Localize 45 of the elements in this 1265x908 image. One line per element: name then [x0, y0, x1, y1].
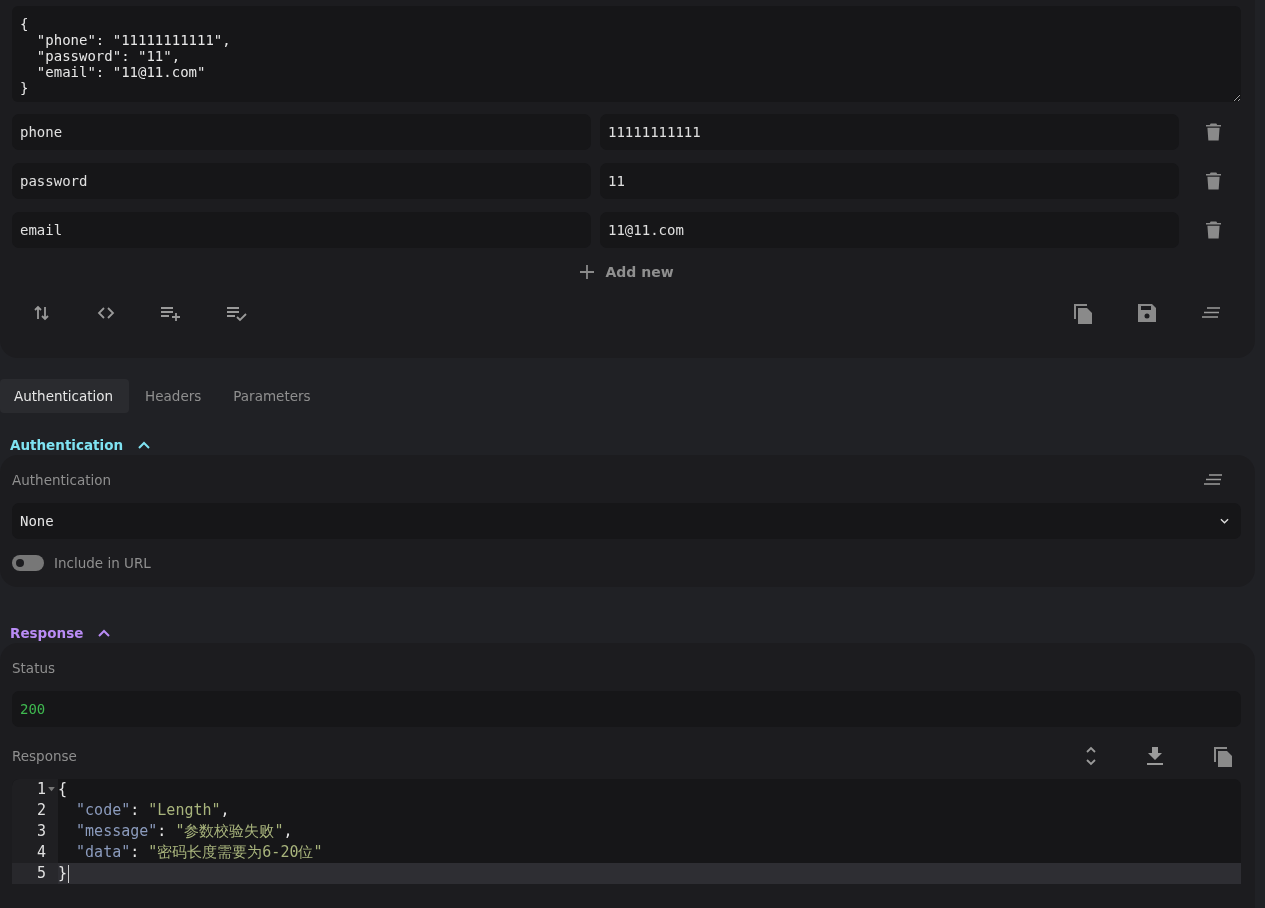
tab[interactable]: Parameters — [217, 379, 327, 413]
value-field[interactable]: 11111111111 — [600, 114, 1179, 150]
section-title[interactable]: Authentication — [10, 437, 124, 453]
toggle-switch[interactable] — [12, 555, 44, 571]
status-field: 200 — [12, 691, 1241, 727]
value-field[interactable]: 11@11.com — [600, 212, 1179, 248]
field-label: Response — [12, 748, 77, 764]
format-lines-icon[interactable] — [1201, 307, 1221, 319]
code-line: "data": "密码长度需要为6-20位" — [75, 842, 324, 863]
line-number: 1 — [36, 779, 46, 800]
line-number: 2 — [36, 800, 46, 821]
line-number: 3 — [36, 821, 46, 842]
tab[interactable]: Headers — [129, 379, 218, 413]
expand-icon[interactable] — [1085, 746, 1097, 766]
chevron-icon[interactable] — [137, 440, 152, 450]
save-icon[interactable] — [1137, 303, 1157, 323]
tab[interactable]: Authentication — [0, 379, 130, 413]
add-new-button[interactable]: Add new — [579, 260, 674, 284]
chevron-icon[interactable] — [97, 628, 112, 638]
plus-icon — [579, 264, 596, 280]
field-label: Status — [12, 660, 56, 676]
fold-icon[interactable] — [48, 787, 55, 792]
trash-icon[interactable] — [1206, 221, 1221, 239]
trash-icon[interactable] — [1206, 172, 1221, 190]
key-field[interactable]: password — [12, 163, 591, 199]
line-number: 4 — [36, 842, 46, 863]
code-line: "code": "Length", — [75, 800, 231, 821]
value-field[interactable]: 11 — [600, 163, 1179, 199]
body-editor[interactable]: { "phone": "11111111111", "password": "11", "email": "11@11.com" } — [12, 6, 1241, 102]
section-title[interactable]: Response — [10, 625, 84, 641]
copy-icon[interactable] — [1213, 745, 1233, 767]
key-field[interactable]: email — [12, 212, 591, 248]
caret-icon — [1220, 518, 1229, 524]
key-field[interactable]: phone — [12, 114, 591, 150]
format-lines-icon[interactable] — [1203, 474, 1223, 486]
sort-arrows-icon[interactable] — [32, 303, 52, 323]
auth-select[interactable]: None — [12, 503, 1241, 539]
code-line: { — [58, 779, 69, 800]
field-label: Authentication — [12, 472, 112, 488]
trash-icon[interactable] — [1206, 123, 1221, 141]
line-number: 5 — [36, 863, 46, 884]
toggle-label: Include in URL — [54, 555, 151, 571]
code-line: "message": "参数校验失败", — [75, 821, 294, 842]
copy-icon[interactable] — [1073, 302, 1093, 324]
download-icon[interactable] — [1147, 747, 1163, 765]
